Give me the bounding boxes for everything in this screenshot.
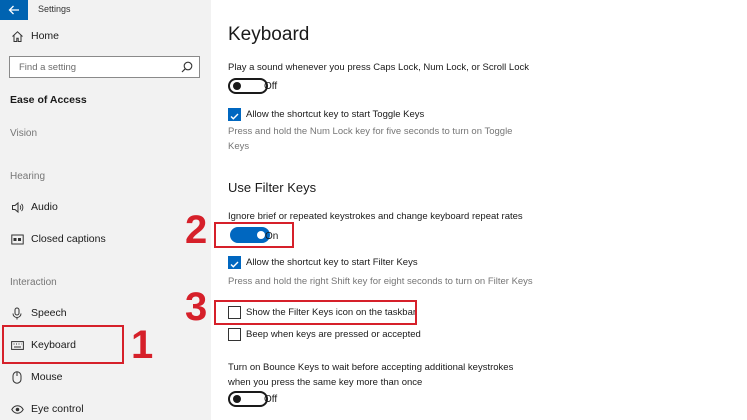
- filter-keys-description: Ignore brief or repeated keystrokes and …: [228, 211, 523, 222]
- page-title: Keyboard: [228, 24, 310, 45]
- toggle-keys-switch[interactable]: [228, 78, 268, 94]
- nav-closed-captions-label: Closed captions: [31, 233, 106, 245]
- search-icon[interactable]: [181, 61, 193, 73]
- toggle-knob: [233, 395, 241, 403]
- nav-speech-label: Speech: [31, 307, 67, 319]
- filter-keys-beep-label: Beep when keys are pressed or accepted: [246, 329, 421, 340]
- filter-keys-heading: Use Filter Keys: [228, 180, 317, 195]
- toggle-keys-state: Off: [264, 81, 278, 92]
- bounce-keys-switch[interactable]: [228, 391, 268, 407]
- nav-home[interactable]: Home: [0, 25, 211, 47]
- highlight-taskbar-icon-option: [214, 300, 417, 325]
- filter-keys-shortcut-checkbox[interactable]: [228, 256, 241, 269]
- app-title: Settings: [38, 4, 71, 14]
- search-box[interactable]: [9, 56, 200, 78]
- toggle-keys-shortcut-help: Press and hold the Num Lock key for five…: [228, 126, 513, 152]
- nav-home-label: Home: [31, 30, 60, 42]
- nav-mouse-label: Mouse: [31, 371, 63, 383]
- nav-eye-control-label: Eye control: [31, 403, 84, 415]
- closed-captions-icon: [10, 232, 24, 246]
- checkmark-icon: [230, 113, 239, 120]
- toggle-keys-shortcut-label: Allow the shortcut key to start Toggle K…: [246, 109, 425, 120]
- nav-audio-label: Audio: [31, 201, 58, 213]
- step-number-2: 2: [185, 208, 208, 252]
- step-number-3: 3: [185, 285, 208, 329]
- step-number-1: 1: [131, 323, 154, 367]
- back-button[interactable]: [0, 0, 28, 20]
- filter-keys-shortcut-help: Press and hold the right Shift key for e…: [228, 276, 533, 287]
- filter-keys-beep-checkbox[interactable]: [228, 328, 241, 341]
- highlight-filter-keys-toggle: [214, 222, 294, 248]
- bounce-keys-description: Turn on Bounce Keys to wait before accep…: [228, 362, 514, 388]
- group-header-interaction: Interaction: [10, 277, 57, 288]
- group-header-vision: Vision: [10, 128, 38, 139]
- section-title: Ease of Access: [10, 94, 87, 106]
- mouse-icon: [10, 370, 24, 384]
- toggle-knob: [233, 82, 241, 90]
- content-pane: Keyboard Play a sound whenever you press…: [211, 0, 747, 420]
- highlight-keyboard-nav: [2, 325, 124, 364]
- nav-closed-captions[interactable]: Closed captions: [0, 228, 211, 250]
- eye-icon: [10, 402, 24, 416]
- toggle-keys-description: Play a sound whenever you press Caps Loc…: [228, 62, 529, 73]
- nav-mouse[interactable]: Mouse: [0, 366, 211, 388]
- back-arrow-icon: [8, 5, 19, 15]
- home-icon: [10, 29, 24, 43]
- group-header-hearing: Hearing: [10, 171, 46, 182]
- nav-audio[interactable]: Audio: [0, 196, 211, 218]
- microphone-icon: [10, 306, 24, 320]
- filter-keys-shortcut-label: Allow the shortcut key to start Filter K…: [246, 257, 418, 268]
- toggle-keys-shortcut-checkbox[interactable]: [228, 108, 241, 121]
- nav-speech[interactable]: Speech: [0, 302, 211, 324]
- bounce-keys-state: Off: [264, 394, 278, 405]
- search-input[interactable]: [19, 60, 169, 74]
- nav-eye-control[interactable]: Eye control: [0, 398, 211, 420]
- speaker-icon: [10, 200, 24, 214]
- title-bar: Settings: [0, 0, 211, 20]
- checkmark-icon: [230, 261, 239, 268]
